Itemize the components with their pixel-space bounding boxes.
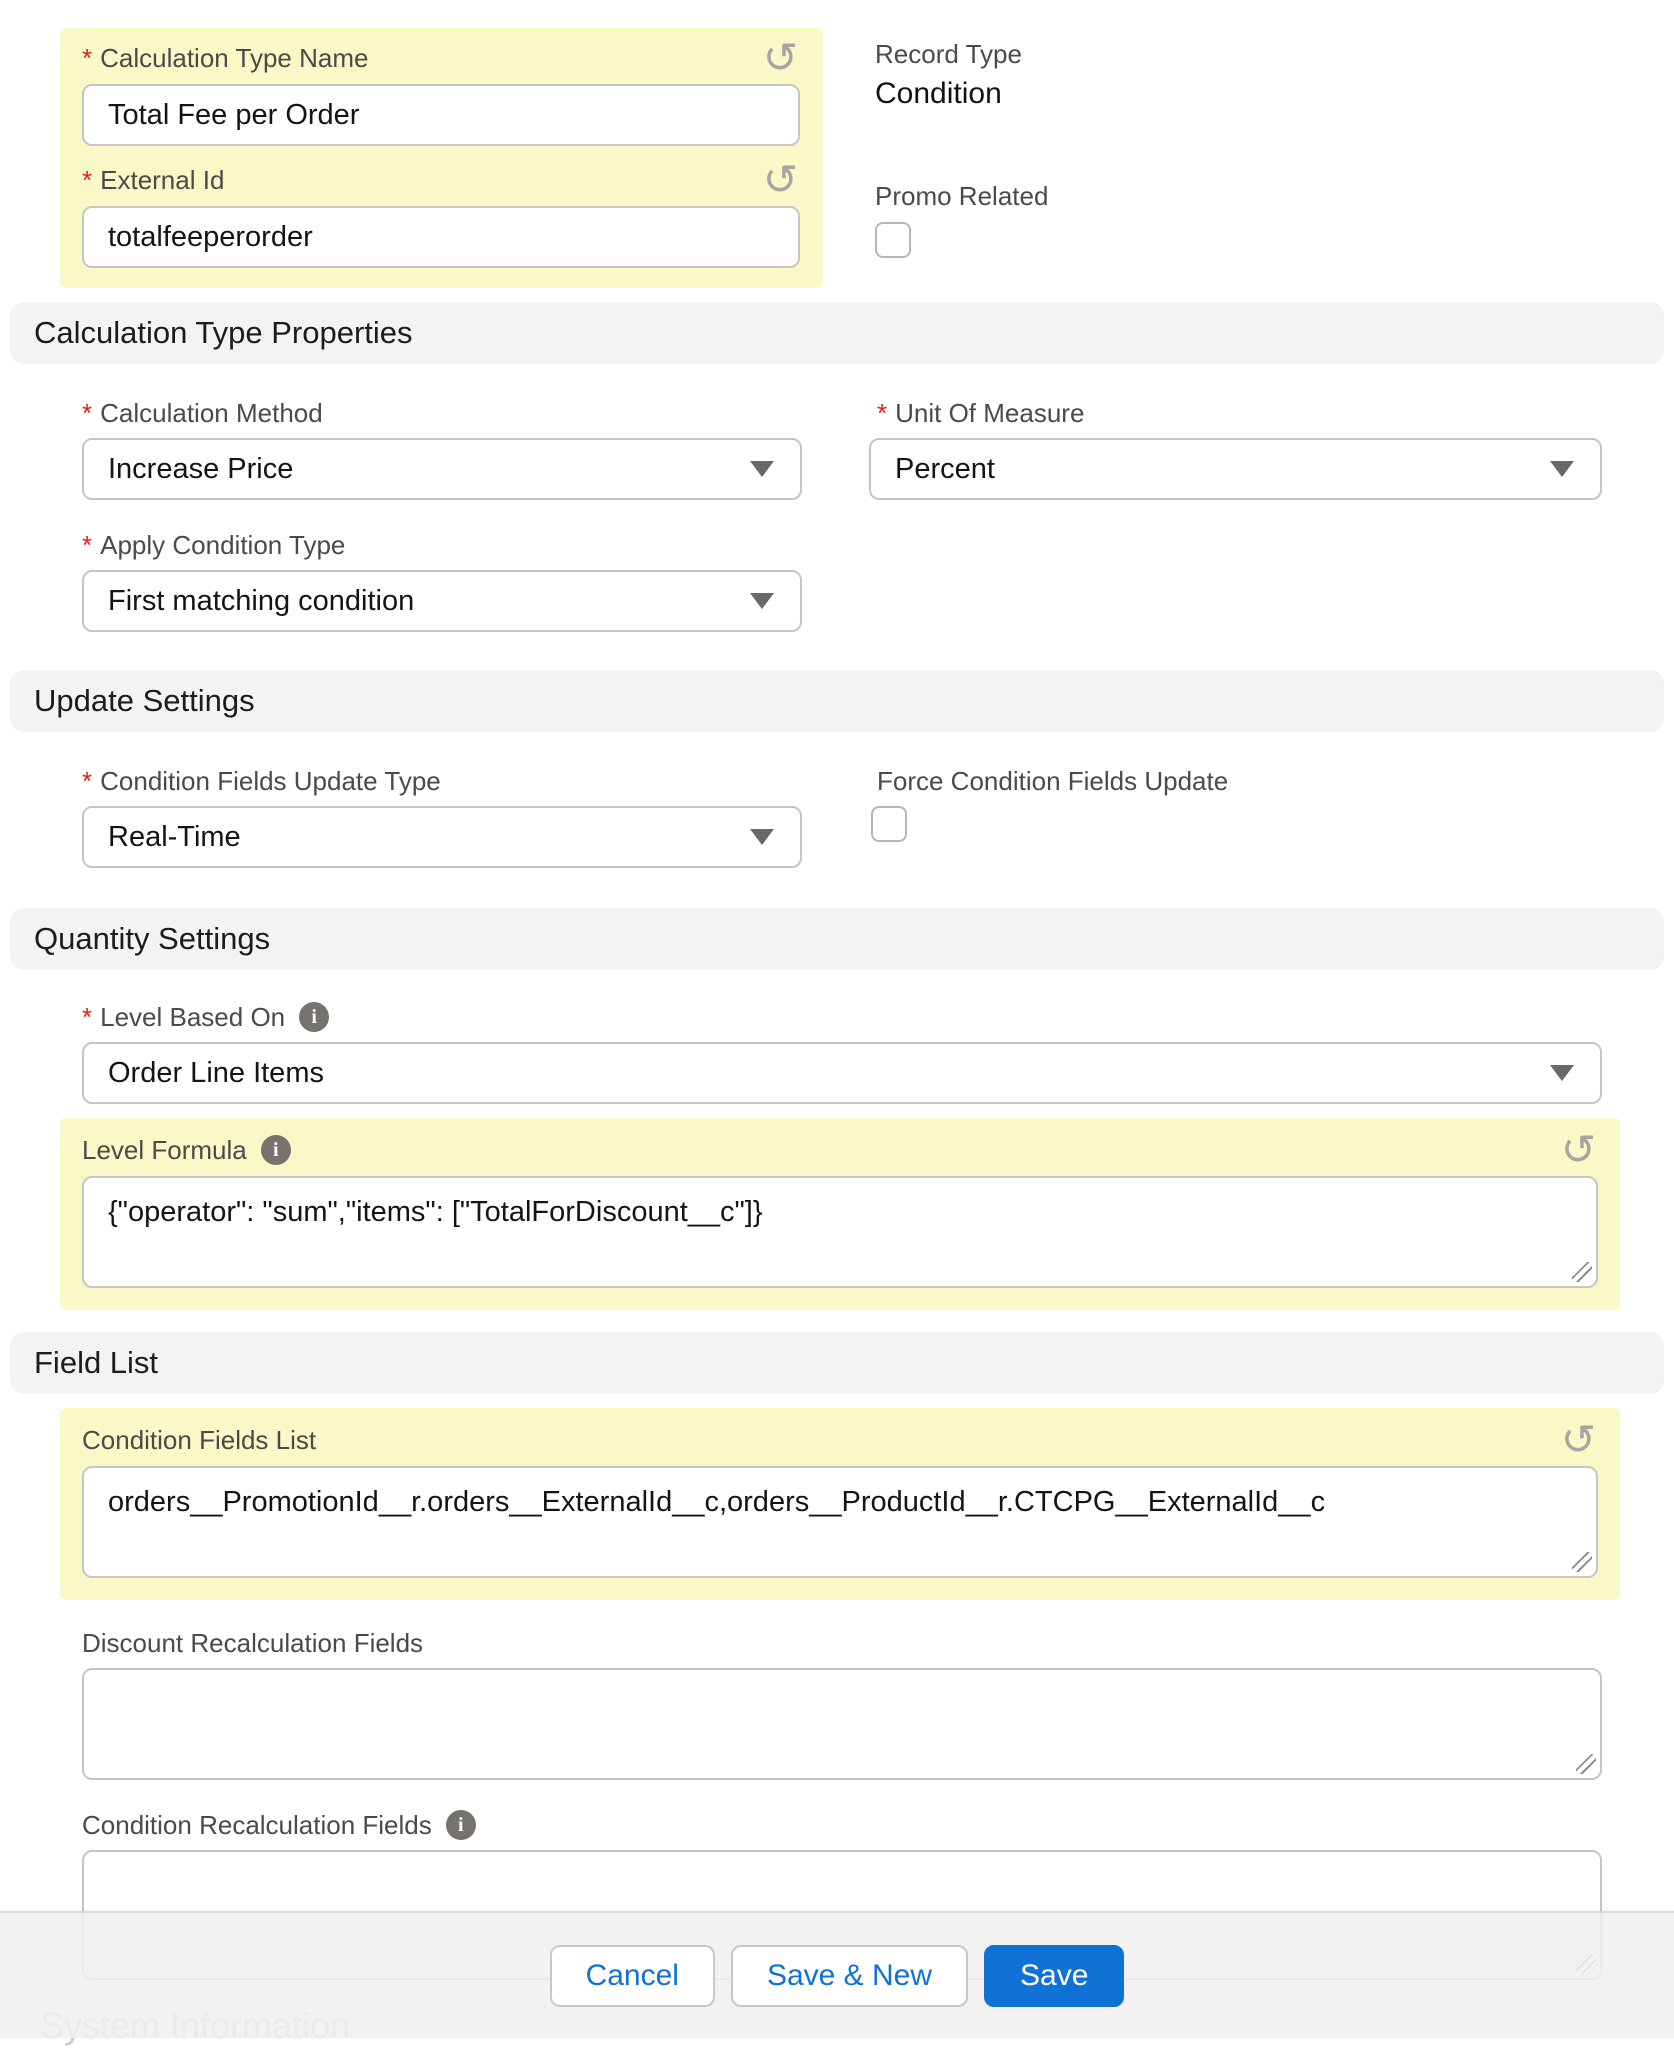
info-icon[interactable]: i: [299, 1002, 329, 1032]
condition-fields-list-highlight-block: Condition Fields List ↺ orders__Promotio…: [60, 1408, 1620, 1600]
level-formula-highlight-block: Level Formula i ↺ {"operator": "sum","it…: [60, 1118, 1620, 1310]
info-icon[interactable]: i: [446, 1810, 476, 1840]
force-condition-fields-update-checkbox[interactable]: [871, 806, 907, 842]
condition-fields-list-textarea[interactable]: orders__PromotionId__r.orders__ExternalI…: [82, 1466, 1598, 1578]
undo-icon[interactable]: ↺: [763, 163, 800, 197]
level-formula-label-text: Level Formula: [82, 1133, 247, 1167]
record-edit-form: * Calculation Type Name ↺ * External Id …: [0, 0, 1674, 2048]
info-icon[interactable]: i: [261, 1135, 291, 1165]
level-based-on-label: * Level Based On i: [82, 1000, 1602, 1034]
chevron-down-icon: [1550, 461, 1574, 477]
required-asterisk: *: [82, 528, 92, 562]
unit-of-measure-value: Percent: [895, 453, 995, 486]
calculation-type-name-label: * Calculation Type Name: [82, 41, 368, 75]
undo-icon[interactable]: ↺: [1561, 1133, 1598, 1167]
chevron-down-icon: [750, 593, 774, 609]
level-formula-label: Level Formula i: [82, 1133, 291, 1167]
unit-of-measure-label-text: Unit Of Measure: [895, 396, 1084, 430]
resize-handle[interactable]: [1576, 1754, 1596, 1774]
header-fields-row: * Calculation Type Name ↺ * External Id …: [0, 28, 1674, 288]
section-title: Calculation Type Properties: [34, 315, 413, 351]
condition-fields-update-type-value: Real-Time: [108, 821, 241, 854]
calculation-type-name-input[interactable]: [82, 84, 800, 146]
chevron-down-icon: [1550, 1065, 1574, 1081]
level-based-on-label-text: Level Based On: [100, 1000, 285, 1034]
undo-icon[interactable]: ↺: [1561, 1423, 1598, 1457]
section-title: Quantity Settings: [34, 921, 270, 957]
external-id-label-text: External Id: [100, 163, 224, 197]
condition-fields-list-label-text: Condition Fields List: [82, 1423, 316, 1457]
record-type-column: Record Type Condition Promo Related: [875, 28, 1048, 258]
condition-fields-update-type-select[interactable]: Real-Time: [82, 806, 802, 868]
required-asterisk: *: [82, 41, 92, 75]
section-field-list: Field List: [10, 1332, 1664, 1394]
condition-fields-update-type-label: * Condition Fields Update Type: [82, 764, 802, 798]
required-asterisk: *: [82, 163, 92, 197]
record-type-label: Record Type: [875, 36, 1048, 72]
condition-recalculation-fields-label: Condition Recalculation Fields i: [82, 1808, 1602, 1842]
cancel-button[interactable]: Cancel: [550, 1945, 715, 2007]
chevron-down-icon: [750, 829, 774, 845]
force-condition-fields-update-label: Force Condition Fields Update: [869, 764, 1602, 798]
required-asterisk: *: [877, 396, 887, 430]
section-quantity-settings: Quantity Settings: [10, 908, 1664, 970]
required-asterisk: *: [82, 764, 92, 798]
apply-condition-type-label-text: Apply Condition Type: [100, 528, 345, 562]
external-id-input[interactable]: [82, 206, 800, 268]
force-condition-fields-update-label-text: Force Condition Fields Update: [877, 764, 1228, 798]
section-title: Field List: [34, 1345, 158, 1381]
calculation-method-label-text: Calculation Method: [100, 396, 323, 430]
promo-related-checkbox[interactable]: [875, 222, 911, 258]
apply-condition-type-value: First matching condition: [108, 585, 414, 618]
apply-condition-type-select[interactable]: First matching condition: [82, 570, 802, 632]
calculation-method-label: * Calculation Method: [82, 396, 802, 430]
discount-recalculation-fields-label: Discount Recalculation Fields: [82, 1626, 1602, 1660]
apply-condition-type-label: * Apply Condition Type: [82, 528, 802, 562]
condition-recalculation-fields-label-text: Condition Recalculation Fields: [82, 1808, 432, 1842]
section-title: Update Settings: [34, 683, 255, 719]
save-button[interactable]: Save: [984, 1945, 1124, 2007]
calculation-type-name-label-text: Calculation Type Name: [100, 41, 368, 75]
level-based-on-select[interactable]: Order Line Items: [82, 1042, 1602, 1104]
unit-of-measure-label: * Unit Of Measure: [869, 396, 1602, 430]
calculation-method-select[interactable]: Increase Price: [82, 438, 802, 500]
chevron-down-icon: [750, 461, 774, 477]
promo-related-label: Promo Related: [875, 178, 1048, 214]
required-asterisk: *: [82, 1000, 92, 1034]
resize-handle[interactable]: [1572, 1262, 1592, 1282]
level-based-on-value: Order Line Items: [108, 1057, 324, 1090]
external-id-label: * External Id: [82, 163, 224, 197]
calculation-method-value: Increase Price: [108, 453, 293, 486]
section-update-settings: Update Settings: [10, 670, 1664, 732]
action-footer: Cancel Save & New Save: [0, 1911, 1674, 2038]
condition-fields-update-type-label-text: Condition Fields Update Type: [100, 764, 441, 798]
unit-of-measure-select[interactable]: Percent: [869, 438, 1602, 500]
undo-icon[interactable]: ↺: [763, 41, 800, 75]
save-and-new-button[interactable]: Save & New: [731, 1945, 968, 2007]
section-calculation-type-properties: Calculation Type Properties: [10, 302, 1664, 364]
record-type-value: Condition: [875, 72, 1048, 116]
level-formula-textarea[interactable]: {"operator": "sum","items": ["TotalForDi…: [82, 1176, 1598, 1288]
edited-fields-highlight-block: * Calculation Type Name ↺ * External Id …: [60, 28, 823, 288]
required-asterisk: *: [82, 396, 92, 430]
discount-recalculation-fields-label-text: Discount Recalculation Fields: [82, 1626, 423, 1660]
discount-recalculation-fields-textarea[interactable]: [82, 1668, 1602, 1780]
condition-fields-list-label: Condition Fields List: [82, 1423, 316, 1457]
resize-handle[interactable]: [1572, 1552, 1592, 1572]
